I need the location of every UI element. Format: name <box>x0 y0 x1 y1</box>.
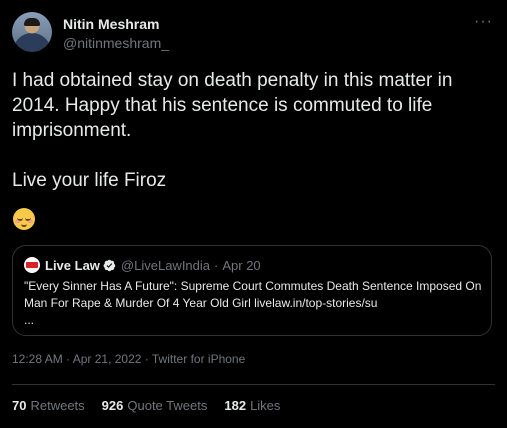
likes-stat[interactable]: 182 Likes <box>224 398 280 413</box>
meta-separator-1: · <box>62 352 73 366</box>
stats-divider <box>12 384 495 385</box>
tweet-date[interactable]: Apr 21, 2022 <box>73 352 142 366</box>
retweets-count: 70 <box>12 398 27 413</box>
likes-label: Likes <box>250 398 281 413</box>
tweet-client: Twitter for iPhone <box>151 352 246 366</box>
quoted-tweet-card[interactable]: Live Law @LiveLawIndia · Apr 20 "Every S… <box>12 245 492 336</box>
quote-tweets-count: 926 <box>101 398 124 413</box>
verified-badge-icon <box>103 259 116 271</box>
avatar[interactable] <box>12 12 52 52</box>
tweet-meta: 12:28 AM · Apr 21, 2022 · Twitter for iP… <box>12 352 245 366</box>
quoted-display-name[interactable]: Live Law <box>45 258 100 273</box>
user-block: Nitin Meshram @nitinmeshram_ <box>63 16 169 53</box>
retweets-stat[interactable]: 70 Retweets <box>12 398 85 413</box>
quoted-date[interactable]: Apr 20 <box>222 258 260 273</box>
quoted-tweet-text: "Every Sinner Has A Future": Supreme Cou… <box>24 279 482 327</box>
smiling-face-emoji-icon <box>13 208 35 230</box>
emoji-left-cheek <box>15 220 20 223</box>
quoted-handle[interactable]: @LiveLawIndia <box>121 258 210 273</box>
likes-count: 182 <box>224 398 247 413</box>
meta-separator-2: · <box>141 352 152 366</box>
engagement-stats: 70 Retweets 926 Quote Tweets 182 Likes <box>12 398 297 413</box>
quote-tweets-label: Quote Tweets <box>127 398 208 413</box>
livelaw-logo-mark <box>26 262 38 268</box>
tweet-header: Nitin Meshram @nitinmeshram_ ··· <box>12 12 495 54</box>
avatar-hair <box>24 18 40 26</box>
emoji-right-cheek <box>28 220 33 223</box>
tweet-time[interactable]: 12:28 AM <box>12 352 63 366</box>
quote-tweets-stat[interactable]: 926 Quote Tweets <box>102 398 208 413</box>
livelaw-logo-icon[interactable] <box>24 257 40 273</box>
emoji-mouth <box>21 222 27 227</box>
quoted-separator: · <box>214 257 219 273</box>
author-display-name[interactable]: Nitin Meshram <box>63 16 169 33</box>
tweet-text: I had obtained stay on death penalty in … <box>12 70 453 191</box>
retweets-label: Retweets <box>30 398 85 413</box>
author-handle[interactable]: @nitinmeshram_ <box>63 34 169 53</box>
quoted-tweet-header: Live Law @LiveLawIndia · Apr 20 <box>24 256 261 274</box>
more-options-icon[interactable]: ··· <box>474 14 493 30</box>
